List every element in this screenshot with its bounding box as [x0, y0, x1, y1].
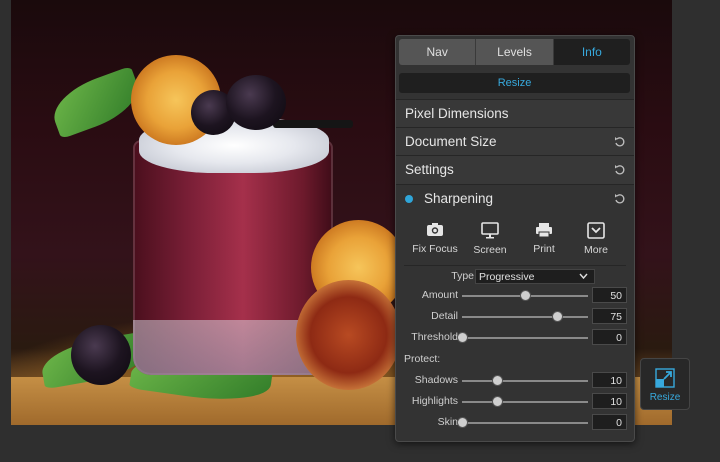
- section-document-size[interactable]: Document Size: [396, 127, 634, 156]
- tab-nav[interactable]: Nav: [399, 39, 477, 65]
- threshold-value-field[interactable]: 0: [592, 329, 627, 345]
- panel-tabs: Nav Levels Info: [399, 39, 630, 65]
- amount-value-field[interactable]: 50: [592, 287, 627, 303]
- preset-label: Print: [533, 243, 555, 255]
- protect-label: Protect:: [404, 353, 441, 365]
- highlights-slider-row: Highlights 10: [396, 393, 634, 411]
- skin-label: Skin: [437, 416, 458, 428]
- type-select[interactable]: Progressive: [475, 269, 595, 284]
- threshold-slider-handle[interactable]: [457, 332, 468, 343]
- amount-label: Amount: [421, 289, 458, 301]
- threshold-label: Threshold: [411, 331, 458, 343]
- shadows-slider-row: Shadows 10: [396, 372, 634, 390]
- detail-slider-handle[interactable]: [551, 311, 563, 322]
- printer-icon: [536, 223, 552, 238]
- skin-slider-handle[interactable]: [457, 417, 468, 428]
- section-settings[interactable]: Settings: [396, 155, 634, 184]
- reset-icon[interactable]: [614, 164, 626, 176]
- preset-label: Screen: [473, 244, 507, 256]
- threshold-track[interactable]: [462, 337, 588, 339]
- chevron-down-icon: [579, 273, 588, 280]
- highlights-value-field[interactable]: 10: [592, 393, 627, 409]
- info-panel: Nav Levels Info Resize Pixel Dimensions …: [395, 35, 635, 442]
- preset-screen[interactable]: Screen: [462, 218, 518, 264]
- photo-blackberry: [226, 75, 286, 130]
- skin-track[interactable]: [462, 422, 588, 424]
- detail-label: Detail: [431, 310, 458, 322]
- more-chevron-icon: [587, 222, 605, 239]
- camera-icon: [427, 223, 443, 236]
- threshold-slider-row: Threshold 0: [396, 329, 634, 347]
- section-label: Document Size: [405, 134, 497, 149]
- section-label: Settings: [405, 162, 454, 177]
- photo-straw: [273, 120, 353, 128]
- resize-label: Resize: [649, 392, 681, 403]
- amount-slider-row: Amount 50: [396, 287, 634, 305]
- section-label: Sharpening: [424, 191, 494, 206]
- skin-value-field[interactable]: 0: [592, 414, 627, 430]
- reset-icon[interactable]: [614, 136, 626, 148]
- monitor-icon: [481, 222, 499, 239]
- tab-info[interactable]: Info: [553, 39, 630, 65]
- shadows-label: Shadows: [414, 374, 458, 386]
- type-label: Type: [451, 270, 474, 282]
- skin-slider-row: Skin 0: [396, 414, 634, 432]
- shadows-value-field[interactable]: 10: [592, 372, 627, 388]
- detail-slider-row: Detail 75: [396, 308, 634, 326]
- type-row: Type Progressive: [396, 269, 634, 285]
- type-value: Progressive: [479, 271, 535, 283]
- highlights-slider-handle[interactable]: [492, 396, 504, 407]
- amount-slider-handle[interactable]: [520, 290, 531, 301]
- photo-blackberry: [71, 325, 131, 385]
- preset-more[interactable]: More: [568, 218, 624, 264]
- resize-button[interactable]: Resize: [399, 73, 630, 93]
- detail-value-field[interactable]: 75: [592, 308, 627, 324]
- resize-panel-button[interactable]: Resize: [640, 358, 690, 410]
- reset-icon[interactable]: [614, 193, 626, 205]
- sharpening-presets: Fix Focus Screen Print More: [396, 218, 634, 264]
- section-sharpening[interactable]: Sharpening: [396, 184, 634, 213]
- tab-levels[interactable]: Levels: [476, 39, 554, 65]
- shadows-slider-handle[interactable]: [492, 375, 504, 386]
- shadows-track[interactable]: [462, 380, 588, 382]
- preset-label: More: [584, 244, 608, 256]
- highlights-track[interactable]: [462, 401, 588, 403]
- preset-print[interactable]: Print: [516, 218, 572, 264]
- highlights-label: Highlights: [411, 395, 458, 407]
- section-pixel-dimensions[interactable]: Pixel Dimensions: [396, 99, 634, 128]
- photo-dried-orange: [296, 280, 401, 390]
- resize-arrow-icon: [655, 368, 675, 388]
- sharpening-enabled-indicator[interactable]: [405, 195, 413, 203]
- preset-fix-focus[interactable]: Fix Focus: [407, 218, 463, 264]
- section-label: Pixel Dimensions: [405, 106, 509, 121]
- preset-label: Fix Focus: [412, 243, 458, 255]
- detail-track[interactable]: [462, 316, 588, 318]
- divider: [404, 265, 626, 266]
